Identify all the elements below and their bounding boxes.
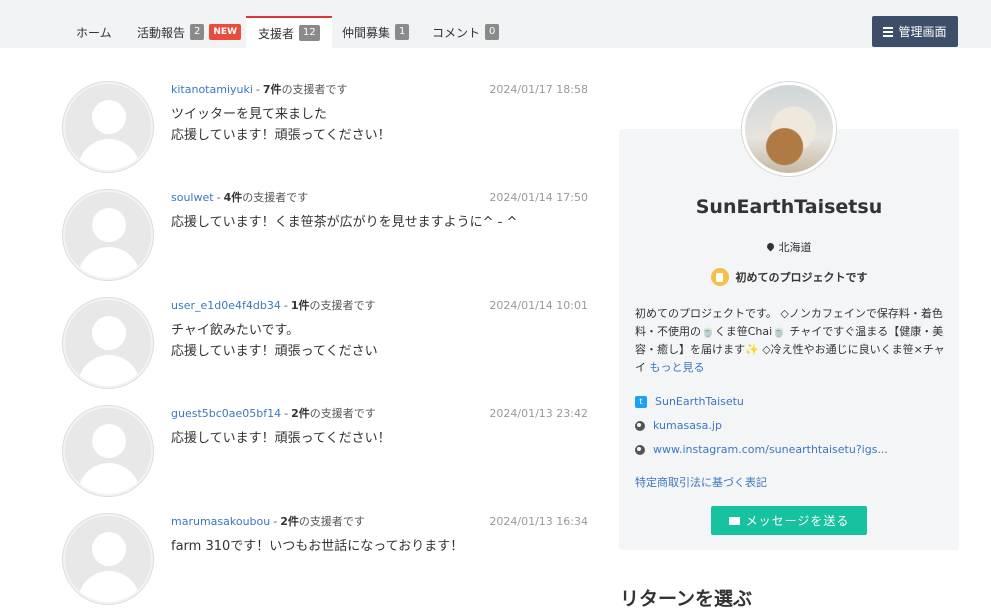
instagram-link[interactable]: www.instagram.com/sunearthtaisetu?igs... — [635, 443, 888, 456]
website-link[interactable]: kumasasa.jp — [635, 419, 722, 432]
twitter-icon: t — [635, 395, 647, 408]
comment-date: 2024/01/13 16:34 — [489, 515, 588, 528]
comment-line: 応援しています！頑張ってください！ — [171, 431, 391, 446]
support-count: 7件 — [262, 83, 282, 96]
support-count-suffix: の支援者です — [309, 407, 376, 420]
username-link[interactable]: user_e1d0e4f4db34 — [171, 298, 281, 314]
separator: - — [284, 407, 289, 420]
twitter-link-text: SunEarthTaisetu — [655, 395, 744, 408]
comment-date: 2024/01/17 18:58 — [489, 83, 588, 96]
support-count: 1件 — [290, 299, 310, 312]
support-count-suffix: の支援者です — [298, 515, 365, 528]
separator: - — [216, 191, 221, 204]
support-count: 4件 — [223, 191, 243, 204]
new-badge: NEW — [209, 24, 241, 40]
tab-activity-label: 活動報告 — [137, 25, 186, 40]
globe-icon — [635, 444, 645, 455]
send-message-label: メッセージを送る — [745, 514, 850, 528]
tab-home[interactable]: ホーム — [76, 16, 112, 48]
comment-date: 2024/01/14 17:50 — [489, 191, 588, 204]
support-count: 2件 — [291, 407, 310, 420]
first-project-badge: 初めてのプロジェクトです — [619, 268, 959, 286]
admin-button[interactable]: 管理画面 — [872, 16, 958, 47]
website-link-text: kumasasa.jp — [653, 419, 722, 432]
comment-line: 応援しています！くま笹茶が広がりを見せますように^ - ^ — [171, 215, 518, 230]
comment-body: 応援しています！頑張ってください！ — [171, 428, 588, 449]
map-pin-icon — [765, 241, 775, 252]
comment-date: 2024/01/14 10:01 — [489, 299, 588, 312]
avatar[interactable] — [63, 514, 153, 604]
support-count-suffix: の支援者です — [242, 191, 309, 204]
document-icon — [710, 268, 729, 286]
tab-comments[interactable]: コメント 0 — [432, 16, 500, 48]
admin-button-label: 管理画面 — [898, 25, 947, 39]
comment-line: 応援しています！頑張ってください — [171, 344, 378, 359]
separator: - — [283, 299, 288, 312]
avatar[interactable] — [63, 406, 153, 496]
read-more-link[interactable]: もっと見る — [650, 361, 705, 374]
supporter-comment: guest5bc0ae05bf14 - 2件 の支援者です 2024/01/13… — [63, 406, 588, 506]
tab-recruit-label: 仲間募集 — [342, 25, 391, 40]
tab-recruit-count: 1 — [395, 24, 410, 40]
profile-name: SunEarthTaisetsu — [695, 196, 883, 218]
comment-date: 2024/01/13 23:42 — [489, 407, 588, 420]
tab-comments-label: コメント — [432, 25, 481, 40]
separator: - — [273, 515, 278, 528]
instagram-link-text: www.instagram.com/sunearthtaisetu?igs... — [653, 443, 888, 456]
comment-body: farm 310です！いつもお世話になっております！ — [171, 536, 588, 557]
supporter-comment: user_e1d0e4f4db34 - 1件 の支援者です 2024/01/14… — [63, 298, 588, 398]
avatar[interactable] — [63, 82, 153, 172]
legal-notice-link[interactable]: 特定商取引法に基づく表記 — [635, 474, 767, 490]
tab-bar: ホーム 活動報告 2 NEW 支援者 12 仲間募集 1 コメント 0 管理画面 — [0, 0, 991, 48]
tab-recruit[interactable]: 仲間募集 1 — [342, 16, 410, 48]
support-count-suffix: の支援者です — [281, 83, 348, 96]
tab-comments-count: 0 — [485, 24, 500, 40]
tab-supporters-count: 12 — [299, 25, 320, 41]
tab-activity[interactable]: 活動報告 2 NEW — [137, 16, 241, 48]
supporter-comment: marumasakoubou - 2件 の支援者です 2024/01/13 16… — [63, 514, 588, 609]
avatar[interactable] — [63, 298, 153, 388]
twitter-link[interactable]: t SunEarthTaisetu — [635, 395, 744, 408]
comment-line: ツイッターを見て来ました — [171, 107, 328, 122]
username-link[interactable]: guest5bc0ae05bf14 — [171, 406, 281, 422]
username-link[interactable]: soulwet — [171, 190, 214, 206]
tab-activity-count: 2 — [190, 24, 205, 40]
globe-icon — [635, 420, 645, 431]
username-link[interactable]: marumasakoubou — [171, 514, 270, 530]
comment-line: farm 310です！いつもお世話になっております！ — [171, 539, 464, 554]
profile-location-text: 北海道 — [778, 241, 812, 254]
comment-body: チャイ飲みたいです。 応援しています！頑張ってください — [171, 320, 588, 362]
profile-description: 初めてのプロジェクトです。 ◇ノンカフェインで保存料・着色料・不使用の🍵くま笹C… — [635, 305, 945, 377]
avatar[interactable] — [63, 190, 153, 280]
supporter-comment: kitanotamiyuki - 7件 の支援者です 2024/01/17 18… — [63, 82, 588, 182]
profile-location: 北海道 — [619, 239, 959, 255]
first-project-badge-text: 初めてのプロジェクトです — [735, 271, 868, 284]
username-link[interactable]: kitanotamiyuki — [171, 82, 253, 98]
tab-home-label: ホーム — [76, 25, 112, 40]
comment-body: ツイッターを見て来ました 応援しています！頑張ってください！ — [171, 104, 588, 146]
profile-avatar[interactable] — [742, 82, 836, 176]
returns-heading: リターンを選ぶ — [620, 588, 753, 609]
comment-line: 応援しています！頑張ってください！ — [171, 128, 391, 143]
tab-supporters[interactable]: 支援者 12 — [246, 16, 332, 48]
separator: - — [255, 83, 260, 96]
send-message-button[interactable]: メッセージを送る — [711, 506, 867, 535]
supporter-comment: soulwet - 4件 の支援者です 2024/01/14 17:50 応援し… — [63, 190, 588, 290]
comment-line: チャイ飲みたいです。 — [171, 323, 300, 338]
comment-body: 応援しています！くま笹茶が広がりを見せますように^ - ^ — [171, 212, 588, 233]
tab-supporters-label: 支援者 — [258, 26, 295, 41]
envelope-icon — [728, 516, 740, 525]
support-count: 2件 — [280, 515, 299, 528]
menu-icon — [883, 25, 894, 39]
support-count-suffix: の支援者です — [309, 299, 376, 312]
